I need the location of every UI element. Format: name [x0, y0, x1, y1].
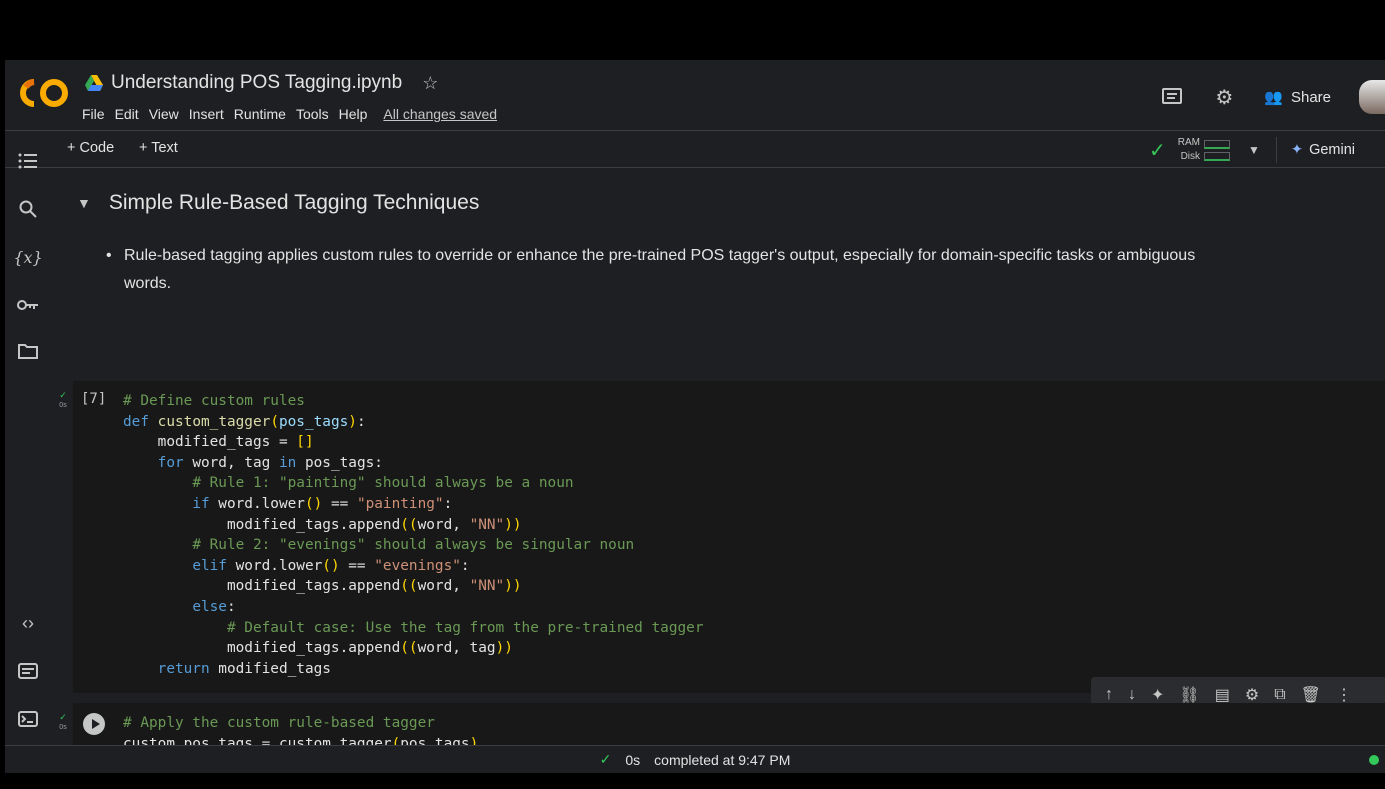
secrets-key-icon[interactable] [15, 292, 41, 318]
share-button[interactable]: 👥 Share [1264, 88, 1331, 107]
google-drive-icon[interactable] [85, 75, 103, 91]
menu-bar: File Edit View Insert Runtime Tools Help… [82, 106, 507, 122]
left-sidebar: {x} ‹› [5, 138, 51, 773]
menu-edit[interactable]: Edit [115, 106, 145, 122]
comment-icon[interactable] [1160, 85, 1184, 109]
code-snippets-icon[interactable]: ‹› [15, 610, 41, 636]
terminal-icon[interactable] [15, 706, 41, 732]
add-text-button[interactable]: + Text [139, 140, 178, 156]
star-icon[interactable]: ☆ [422, 73, 438, 94]
colab-logo[interactable] [20, 78, 68, 108]
notebook-content: ▼ Simple Rule-Based Tagging Techniques •… [51, 169, 1385, 745]
share-label: Share [1290, 88, 1331, 106]
user-avatar[interactable] [1359, 80, 1385, 114]
section-heading: ▼ Simple Rule-Based Tagging Techniques [77, 191, 479, 215]
more-options-icon[interactable]: ⋮ [1336, 685, 1352, 705]
connected-check-icon: ✓ [1149, 139, 1166, 162]
resource-meter[interactable] [1204, 139, 1231, 161]
collapse-chevron-icon[interactable]: ▼ [77, 195, 91, 211]
text-cell-bullet: • Rule-based tagging applies custom rule… [106, 242, 1196, 298]
colab-window: Understanding POS Tagging.ipynb ☆ File E… [5, 60, 1385, 773]
connection-status-dot [1369, 755, 1379, 765]
code-cell-custom-tagger[interactable]: ✓ 0s [7] # Define custom rules def custom… [59, 381, 1385, 693]
gemini-label: Gemini [1309, 142, 1355, 158]
gemini-sparkle-icon[interactable]: ✦ [1151, 685, 1164, 705]
code-cell-apply-tagger[interactable]: ✓ 0s # Apply the custom rule-based tagger… [59, 703, 1385, 745]
app-header: Understanding POS Tagging.ipynb ☆ File E… [5, 60, 1385, 130]
menu-file[interactable]: File [82, 106, 111, 122]
toolbar-divider [1275, 137, 1277, 163]
add-code-button[interactable]: + Code [67, 140, 114, 156]
settings-gear-icon[interactable]: ⚙ [1212, 85, 1236, 109]
gemini-sparkle-icon: ✦ [1290, 142, 1304, 158]
cell-status: ✓ 0s [59, 712, 67, 732]
run-cell-button[interactable] [83, 713, 105, 735]
cell-status: ✓ 0s [59, 390, 67, 410]
command-palette-icon[interactable] [15, 658, 41, 684]
delete-trash-icon[interactable]: 🗑 [1301, 685, 1321, 705]
notebook-title[interactable]: Understanding POS Tagging.ipynb [111, 72, 402, 94]
files-folder-icon[interactable] [15, 338, 41, 364]
menu-insert[interactable]: Insert [189, 106, 230, 122]
gemini-button[interactable]: ✦ Gemini [1291, 142, 1355, 158]
cell-exec-time: 0s [59, 724, 67, 731]
save-status-link[interactable]: All changes saved [383, 106, 503, 122]
bullet-dot: • [106, 247, 112, 264]
code-editor[interactable]: # Define custom rules def custom_tagger(… [123, 391, 703, 679]
cell-exec-time: 0s [59, 402, 67, 409]
menu-tools[interactable]: Tools [296, 106, 335, 122]
link-icon[interactable]: ⛓ [1179, 685, 1199, 705]
resource-labels: RAM Disk [1178, 136, 1200, 164]
notebook-toolbar: + Code + Text ✓ RAM Disk ▼ ✦ Gemini [5, 130, 1385, 168]
code-editor[interactable]: # Apply the custom rule-based tagger cus… [123, 713, 487, 745]
search-icon[interactable] [15, 196, 41, 222]
comment-icon[interactable]: ▤ [1215, 685, 1230, 705]
move-down-icon[interactable]: ↓ [1128, 686, 1136, 704]
disk-label: Disk [1180, 151, 1201, 162]
menu-help[interactable]: Help [339, 106, 374, 122]
bullet-text: Rule-based tagging applies custom rules … [124, 247, 1196, 292]
menu-view[interactable]: View [149, 106, 185, 122]
run-duration: 0s [625, 751, 641, 768]
completed-status[interactable]: completed at 9:47 PM [654, 752, 790, 768]
menu-runtime[interactable]: Runtime [234, 106, 292, 122]
table-of-contents-icon[interactable] [15, 148, 41, 174]
settings-gear-icon[interactable]: ⚙ [1245, 685, 1259, 705]
mirror-cell-icon[interactable]: ⧉ [1274, 686, 1285, 704]
variables-icon[interactable]: {x} [13, 244, 42, 270]
completed-check-icon: ✓ [599, 751, 612, 767]
status-bar: ✓ 0s completed at 9:47 PM [5, 745, 1385, 773]
people-icon: 👥 [1264, 89, 1283, 106]
ram-label: RAM [1177, 137, 1201, 148]
section-title: Simple Rule-Based Tagging Techniques [108, 191, 480, 214]
move-up-icon[interactable]: ↑ [1105, 686, 1113, 704]
runtime-dropdown-icon[interactable]: ▼ [1248, 143, 1260, 157]
execution-count: [7] [81, 391, 107, 407]
